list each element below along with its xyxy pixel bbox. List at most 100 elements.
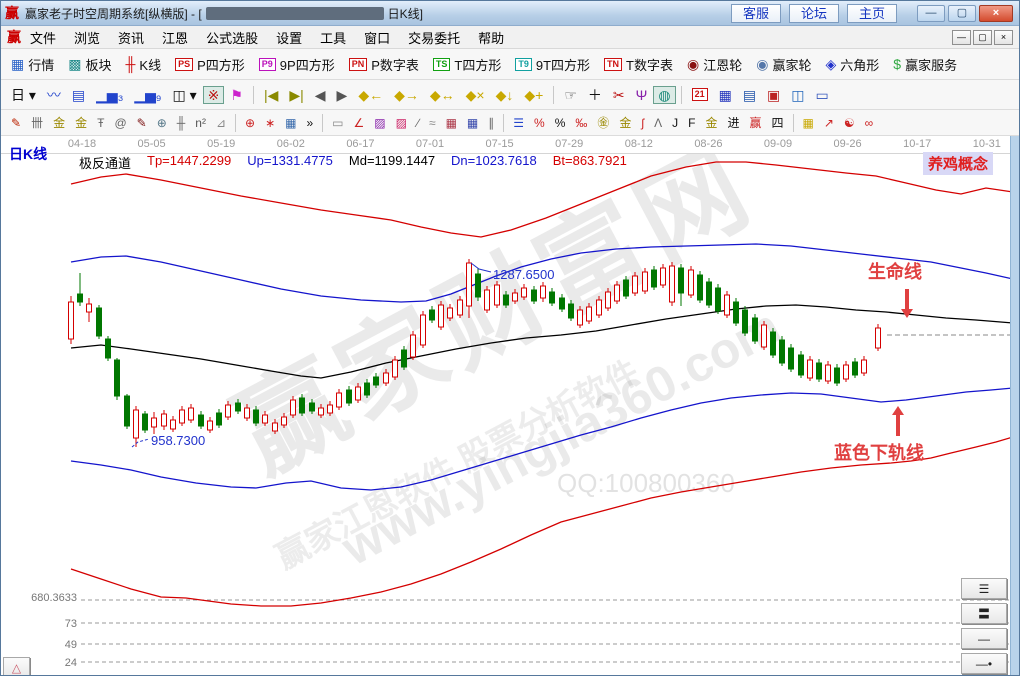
menu-window[interactable]: 窗口 bbox=[355, 26, 399, 49]
menu-news[interactable]: 资讯 bbox=[109, 26, 153, 49]
close-button[interactable]: × bbox=[979, 5, 1013, 22]
candle-style-dropdown[interactable]: ◫ ▾ bbox=[167, 86, 201, 104]
purple-grid-button[interactable]: ▨ bbox=[369, 115, 390, 131]
box-select-button[interactable]: ▭ bbox=[327, 115, 348, 131]
flag-marker-button[interactable]: ⚑ bbox=[225, 86, 248, 104]
nine-bars-button[interactable]: ▁▅₉ bbox=[129, 86, 166, 104]
four-slope-button[interactable]: 四 bbox=[766, 115, 788, 131]
pane-one-split-button[interactable]: — bbox=[961, 628, 1007, 649]
eraser-tool-button[interactable]: ✎ bbox=[6, 115, 26, 131]
grid-star-button[interactable]: ▦ bbox=[280, 115, 301, 131]
enter-slope-button[interactable]: 进 bbox=[722, 115, 744, 131]
n-square-button[interactable]: n² bbox=[190, 115, 211, 131]
fan-lines-button[interactable]: ∠ bbox=[349, 115, 370, 131]
stats-panel-button[interactable]: ☰ bbox=[508, 115, 529, 131]
spiral-button[interactable]: @ bbox=[109, 115, 131, 131]
pan-hand-button[interactable]: ☞ bbox=[559, 86, 582, 104]
prev-bar-button[interactable]: ◀ bbox=[310, 86, 331, 104]
t9-square-button[interactable]: T99T四方形 bbox=[510, 53, 595, 76]
more-tools-button[interactable]: » bbox=[301, 115, 318, 131]
t-square-button[interactable]: TST四方形 bbox=[428, 53, 506, 76]
smart-analysis-button[interactable]: ◍ bbox=[653, 86, 675, 104]
tree-tool-button[interactable]: Ψ bbox=[631, 86, 653, 104]
menu-settings[interactable]: 设置 bbox=[267, 26, 311, 49]
win-slope-button[interactable]: 赢 bbox=[744, 115, 766, 131]
wave-line-button[interactable]: ≈ bbox=[424, 115, 441, 131]
gold-circle-button[interactable]: ㊎ bbox=[592, 115, 614, 131]
period-dropdown[interactable]: 日 ▾ bbox=[6, 86, 41, 104]
zoom-horizontal-button[interactable]: ◆↔ bbox=[425, 86, 460, 104]
next-bar-button[interactable]: ▶ bbox=[332, 86, 353, 104]
mdi-restore-button[interactable]: ▢ bbox=[973, 30, 992, 45]
pan-down-button[interactable]: ◆↓ bbox=[491, 86, 519, 104]
pattern-button[interactable]: ※ bbox=[203, 86, 225, 104]
menu-formula-picker[interactable]: 公式选股 bbox=[197, 26, 267, 49]
p-square-button[interactable]: PSP四方形 bbox=[170, 53, 250, 76]
save-button[interactable]: ▣ bbox=[762, 86, 785, 104]
infinity-button[interactable]: ∞ bbox=[860, 115, 879, 131]
three-bars-button[interactable]: ▁▅₃ bbox=[91, 86, 128, 104]
kline-button[interactable]: ╫K线 bbox=[121, 53, 167, 76]
red-grid-button[interactable]: ▦ bbox=[441, 115, 462, 131]
menu-gann[interactable]: 江恩 bbox=[153, 26, 197, 49]
compress-view-button[interactable]: 〰 bbox=[42, 86, 66, 104]
star-lines-button[interactable]: ∗ bbox=[260, 115, 280, 131]
minimize-button[interactable]: — bbox=[917, 5, 945, 22]
menu-file[interactable]: 文件 bbox=[21, 26, 65, 49]
service-button[interactable]: 客服 bbox=[731, 4, 781, 23]
info-list-button[interactable]: ▤ bbox=[67, 86, 90, 104]
menu-tools[interactable]: 工具 bbox=[311, 26, 355, 49]
pane-three-split-button[interactable]: ☰ bbox=[961, 578, 1007, 599]
candlestick-chart[interactable]: 680.3633734924 bbox=[1, 136, 1013, 675]
calendar-button[interactable]: 21 bbox=[687, 86, 713, 103]
zoom-out-button[interactable]: ◆× bbox=[461, 86, 490, 104]
t-number-table-button[interactable]: TNT数字表 bbox=[599, 53, 678, 76]
expand-corner-button[interactable]: △ bbox=[3, 657, 30, 675]
gold-ticks2-button[interactable]: 金 bbox=[70, 115, 92, 131]
wave-a-button[interactable]: Ʌ bbox=[649, 115, 667, 131]
hexagon-button[interactable]: ◈六角形 bbox=[820, 53, 884, 76]
homepage-button[interactable]: 主页 bbox=[847, 4, 897, 23]
first-page-button[interactable]: |◀ bbox=[259, 86, 283, 104]
remote-pc-button[interactable]: ▭ bbox=[811, 86, 834, 104]
gold-level-button[interactable]: 金 bbox=[614, 115, 636, 131]
last-page-button[interactable]: ▶| bbox=[284, 86, 308, 104]
brush2-button[interactable]: ʃ bbox=[636, 115, 649, 131]
trend-chart-button[interactable]: ↗ bbox=[819, 115, 839, 131]
gann-ticks-button[interactable]: 卌 bbox=[26, 115, 48, 131]
chart-pane[interactable]: 赢家财富网 www.yingjia360.com 赢家江恩软件 股票分析软件 Q… bbox=[1, 136, 1019, 675]
vertical-scrollbar[interactable] bbox=[1010, 136, 1019, 675]
measure-button[interactable]: ✂ bbox=[608, 86, 630, 104]
yellow-grid-button[interactable]: ▦ bbox=[798, 115, 819, 131]
angle-tool-button[interactable]: ⊿ bbox=[211, 115, 231, 131]
trend-line-button[interactable]: ∕ bbox=[412, 115, 424, 131]
calculator-button[interactable]: ▦ bbox=[714, 86, 737, 104]
permille-button[interactable]: ‰ bbox=[570, 115, 592, 131]
winner-service-button[interactable]: $赢家服务 bbox=[888, 53, 962, 76]
mdi-minimize-button[interactable]: — bbox=[952, 30, 971, 45]
f-ticks-button[interactable]: Ŧ bbox=[92, 115, 109, 131]
percent-strike-button[interactable]: % bbox=[529, 115, 550, 131]
mdi-close-button[interactable]: × bbox=[994, 30, 1013, 45]
brush-tool-button[interactable]: ✎ bbox=[132, 115, 152, 131]
concept-tag[interactable]: 养鸡概念 bbox=[923, 152, 993, 175]
zoom-all-button[interactable]: ◆+ bbox=[519, 86, 548, 104]
cycle-circle-button[interactable]: ⊕ bbox=[152, 115, 172, 131]
pan-left-button[interactable]: ◆← bbox=[353, 86, 388, 104]
parallel-lines-button[interactable]: ∥ bbox=[483, 115, 499, 131]
p-number-table-button[interactable]: PNP数字表 bbox=[344, 53, 424, 76]
target-button[interactable]: ⊕ bbox=[240, 115, 260, 131]
pan-right-button[interactable]: ◆→ bbox=[389, 86, 424, 104]
menu-trading[interactable]: 交易委托 bbox=[399, 26, 469, 49]
yinyang-button[interactable]: ☯ bbox=[839, 115, 860, 131]
notes-button[interactable]: ▤ bbox=[738, 86, 761, 104]
blue-grid-button[interactable]: ▦ bbox=[462, 115, 483, 131]
f-line-button[interactable]: F bbox=[683, 115, 700, 131]
web-button[interactable]: ◫ bbox=[786, 86, 809, 104]
p9-square-button[interactable]: P99P四方形 bbox=[254, 53, 340, 76]
crosshair-button[interactable]: ＋ bbox=[583, 86, 607, 104]
gann-wheel-button[interactable]: ◉江恩轮 bbox=[682, 53, 747, 76]
grid-ticks-button[interactable]: ╫ bbox=[172, 115, 191, 131]
restore-button[interactable]: ▢ bbox=[948, 5, 976, 22]
j-line-button[interactable]: J bbox=[667, 115, 683, 131]
